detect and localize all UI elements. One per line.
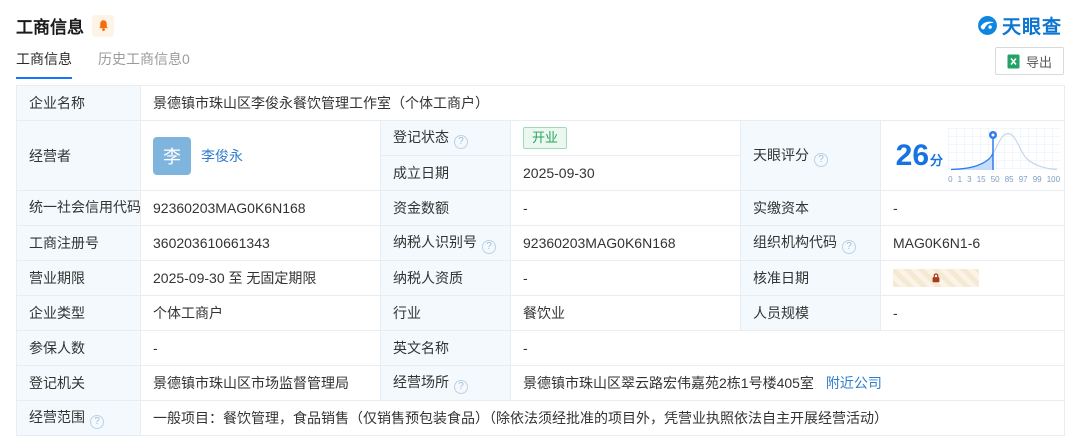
table-row: 工商注册号 360203610661343 纳税人识别号? 92360203MA… bbox=[17, 226, 1065, 261]
taxpayer-id-value: 92360203MAG0K6N168 bbox=[511, 226, 741, 261]
credit-code-label: 统一社会信用代码? bbox=[17, 191, 141, 226]
bell-icon bbox=[97, 19, 110, 32]
help-icon[interactable]: ? bbox=[454, 380, 468, 394]
business-term-label: 营业期限 bbox=[17, 261, 141, 296]
org-code-label: 组织机构代码? bbox=[741, 226, 881, 261]
taxpayer-id-label: 纳税人识别号? bbox=[381, 226, 511, 261]
english-name-value: - bbox=[511, 331, 1065, 366]
tab-history-business-info[interactable]: 历史工商信息0 bbox=[98, 49, 190, 79]
operator-label: 经营者 bbox=[17, 121, 141, 191]
table-row: 经营范围? 一般项目：餐饮管理，食品销售（仅销售预包装食品）（除依法须经批准的项… bbox=[17, 401, 1065, 436]
business-scope-value: 一般项目：餐饮管理，食品销售（仅销售预包装食品）（除依法须经批准的项目外，凭营业… bbox=[141, 401, 1065, 436]
help-icon[interactable]: ? bbox=[90, 415, 104, 429]
tab-business-info[interactable]: 工商信息 bbox=[16, 49, 72, 79]
company-name-value: 景德镇市珠山区李俊永餐饮管理工作室（个体工商户） bbox=[141, 86, 1065, 121]
help-icon[interactable]: ? bbox=[454, 135, 468, 149]
org-code-value: MAG0K6N1-6 bbox=[881, 226, 1065, 261]
help-icon[interactable]: ? bbox=[814, 153, 828, 167]
locked-value[interactable] bbox=[893, 269, 979, 287]
monitor-bell-button[interactable] bbox=[92, 15, 114, 37]
tianyancha-logo-icon bbox=[977, 15, 998, 36]
premises-label: 经营场所? bbox=[381, 366, 511, 401]
status-badge: 开业 bbox=[523, 127, 567, 149]
nearby-companies-link[interactable]: 附近公司 bbox=[826, 375, 882, 391]
export-label: 导出 bbox=[1026, 52, 1052, 71]
paid-capital-value: - bbox=[881, 191, 1065, 226]
score-distribution-chart: 0131550859799100 bbox=[948, 128, 1060, 184]
score-value: 26分 bbox=[896, 141, 943, 171]
table-row: 统一社会信用代码? 92360203MAG0K6N168 资金数额 - 实缴资本… bbox=[17, 191, 1065, 226]
english-name-label: 英文名称 bbox=[381, 331, 511, 366]
approval-date-value bbox=[881, 261, 1065, 296]
business-info-table: 企业名称 景德镇市珠山区李俊永餐饮管理工作室（个体工商户） 经营者 李 李俊永 … bbox=[16, 85, 1065, 436]
reg-number-value: 360203610661343 bbox=[141, 226, 381, 261]
business-term-value: 2025-09-30 至 无固定期限 bbox=[141, 261, 381, 296]
taxpayer-quality-value: - bbox=[511, 261, 741, 296]
approval-date-label: 核准日期 bbox=[741, 261, 881, 296]
industry-value: 餐饮业 bbox=[511, 296, 741, 331]
business-scope-label: 经营范围? bbox=[17, 401, 141, 436]
premises-value: 景德镇市珠山区翠云路宏伟嘉苑2栋1号楼405室 附近公司 bbox=[511, 366, 1065, 401]
operator-name-link[interactable]: 李俊永 bbox=[201, 146, 243, 166]
score-label: 天眼评分? bbox=[741, 121, 881, 191]
bell-curve-chart bbox=[948, 128, 1060, 172]
excel-icon bbox=[1007, 54, 1020, 69]
table-row: 经营者 李 李俊永 登记状态? 开业 天眼评分? 26分 bbox=[17, 121, 1065, 156]
chart-x-ticks: 0131550859799100 bbox=[948, 176, 1060, 184]
staff-size-label: 人员规模 bbox=[741, 296, 881, 331]
company-name-label: 企业名称 bbox=[17, 86, 141, 121]
reg-status-value: 开业 bbox=[511, 121, 741, 156]
insured-count-value: - bbox=[141, 331, 381, 366]
reg-number-label: 工商注册号 bbox=[17, 226, 141, 261]
table-row: 企业名称 景德镇市珠山区李俊永餐饮管理工作室（个体工商户） bbox=[17, 86, 1065, 121]
taxpayer-quality-label: 纳税人资质 bbox=[381, 261, 511, 296]
company-type-label: 企业类型 bbox=[17, 296, 141, 331]
insured-count-label: 参保人数 bbox=[17, 331, 141, 366]
capital-label: 资金数额 bbox=[381, 191, 511, 226]
est-date-label: 成立日期 bbox=[381, 156, 511, 191]
company-type-value: 个体工商户 bbox=[141, 296, 381, 331]
table-row: 登记机关 景德镇市珠山区市场监督管理局 经营场所? 景德镇市珠山区翠云路宏伟嘉苑… bbox=[17, 366, 1065, 401]
operator-avatar[interactable]: 李 bbox=[153, 137, 191, 175]
export-button[interactable]: 导出 bbox=[995, 47, 1064, 75]
operator-cell: 李 李俊永 bbox=[141, 121, 381, 191]
brand-text: 天眼查 bbox=[1002, 12, 1062, 39]
table-row: 营业期限 2025-09-30 至 无固定期限 纳税人资质 - 核准日期 bbox=[17, 261, 1065, 296]
industry-label: 行业 bbox=[381, 296, 511, 331]
reg-authority-value: 景德镇市珠山区市场监督管理局 bbox=[141, 366, 381, 401]
table-row: 参保人数 - 英文名称 - bbox=[17, 331, 1065, 366]
help-icon[interactable]: ? bbox=[842, 240, 856, 254]
reg-authority-label: 登记机关 bbox=[17, 366, 141, 401]
lock-icon bbox=[930, 272, 942, 284]
panel-header: 工商信息 天眼查 bbox=[0, 0, 1080, 39]
staff-size-value: - bbox=[881, 296, 1065, 331]
credit-code-value: 92360203MAG0K6N168 bbox=[141, 191, 381, 226]
paid-capital-label: 实缴资本 bbox=[741, 191, 881, 226]
tabs-bar: 工商信息 历史工商信息0 导出 bbox=[0, 39, 1080, 79]
reg-status-label: 登记状态? bbox=[381, 121, 511, 156]
page-title: 工商信息 bbox=[16, 13, 84, 38]
help-icon[interactable]: ? bbox=[482, 240, 496, 254]
tianyancha-logo[interactable]: 天眼查 bbox=[977, 12, 1062, 39]
capital-value: - bbox=[511, 191, 741, 226]
est-date-value: 2025-09-30 bbox=[511, 156, 741, 191]
table-row: 企业类型 个体工商户 行业 餐饮业 人员规模 - bbox=[17, 296, 1065, 331]
score-cell: 26分 bbox=[881, 121, 1065, 191]
